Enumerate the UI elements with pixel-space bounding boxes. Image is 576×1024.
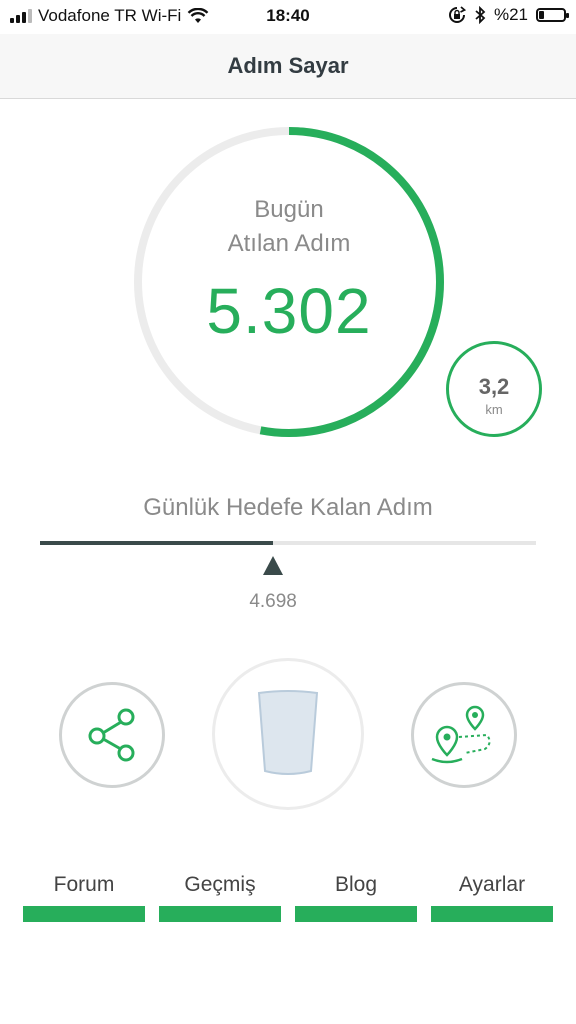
orientation-lock-icon: [448, 6, 466, 23]
water-cup-icon: [257, 690, 319, 775]
battery-percent: %21: [493, 5, 528, 24]
ring-content: Bugün Atılan Adım 5.302: [133, 126, 445, 438]
tab-forum-bar: [23, 906, 145, 922]
today-step-count: 5.302: [206, 275, 372, 347]
water-cup-button[interactable]: [212, 658, 364, 810]
goal-pointer-icon: [263, 556, 284, 575]
tab-blog[interactable]: Blog: [295, 872, 417, 924]
navigation-bar: Adım Sayar: [0, 34, 576, 99]
goal-remaining-steps: 4.698: [249, 591, 297, 612]
route-map-button[interactable]: [411, 682, 517, 788]
distance-unit: km: [485, 402, 503, 417]
step-ring: Bugün Atılan Adım 5.302: [133, 126, 445, 438]
tab-history-label: Geçmiş: [184, 873, 256, 896]
tab-settings[interactable]: Ayarlar: [431, 872, 553, 924]
tab-blog-bar: [295, 906, 417, 922]
battery-icon: [536, 8, 569, 22]
tab-forum[interactable]: Forum: [23, 872, 145, 924]
tab-settings-label: Ayarlar: [458, 873, 526, 896]
tab-settings-bar: [431, 906, 553, 922]
status-right: %21: [448, 5, 569, 25]
today-label: Bugün: [254, 196, 324, 223]
route-map-icon: [431, 705, 491, 764]
tab-history-bar: [159, 906, 281, 922]
distance-value: 3,2: [478, 374, 510, 399]
share-icon: [88, 708, 135, 762]
tab-forum-label: Forum: [53, 873, 115, 896]
tab-blog-label: Blog: [334, 873, 378, 896]
goal-label: Günlük Hedefe Kalan Adım: [143, 494, 433, 521]
goal-progress-fill: [40, 541, 274, 545]
bluetooth-icon: [475, 6, 486, 24]
steps-taken-label: Atılan Adım: [227, 230, 351, 257]
tab-history[interactable]: Geçmiş: [159, 872, 281, 924]
share-button[interactable]: [59, 682, 165, 788]
distance-badge: 3,2 km: [446, 341, 542, 437]
status-bar: Vodafone TR Wi-Fi 18:40 %21: [0, 0, 576, 34]
page-title: Adım Sayar: [227, 53, 349, 78]
goal-progress-track: [40, 541, 536, 545]
